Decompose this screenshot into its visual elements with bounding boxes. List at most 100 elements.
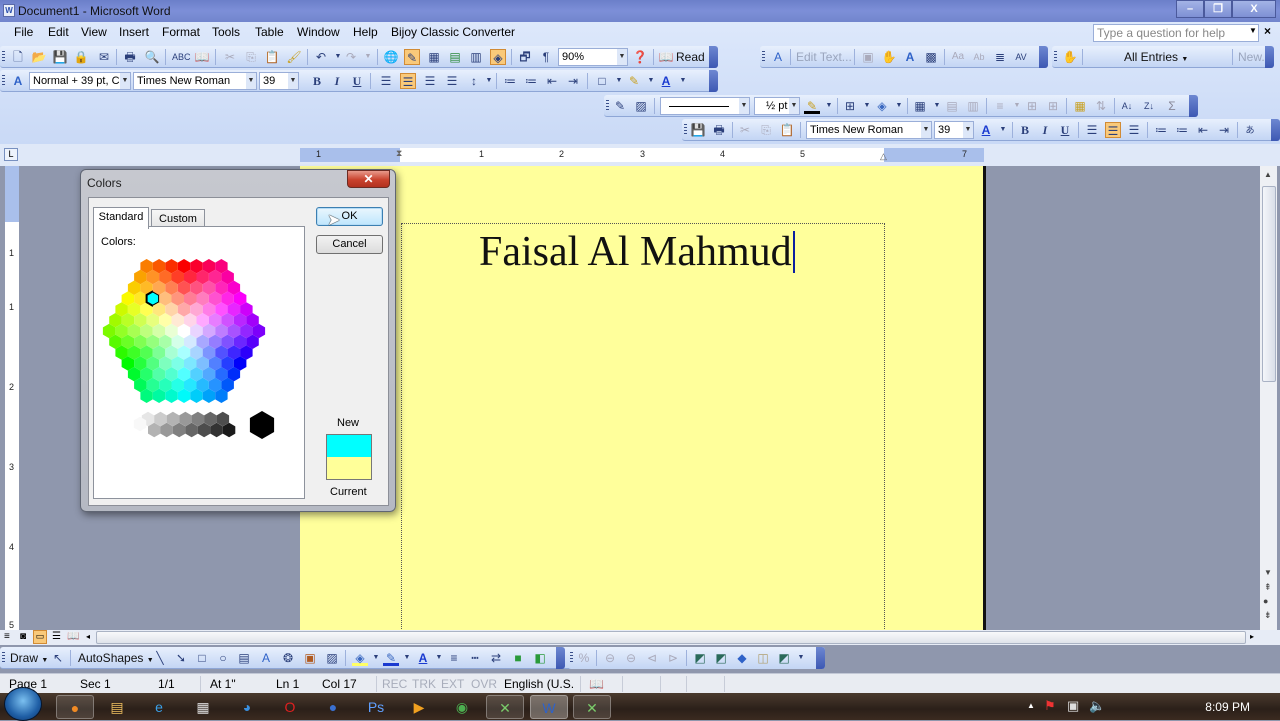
line-style-dropdown-icon[interactable]: ▼ [739,98,749,114]
underline-icon[interactable]: U [1057,122,1073,138]
previous-page-icon[interactable]: ⇞ [1264,582,1272,593]
text-frame[interactable]: Faisal Al Mahmud [401,223,885,630]
redo-icon[interactable]: ↷ [343,49,359,65]
menu-view[interactable]: View [81,25,107,39]
eraser-icon[interactable]: ▨ [633,98,649,114]
line-icon[interactable]: ╲ [152,650,168,666]
align-icon[interactable]: ≡ [992,98,1008,114]
vertical-text-icon[interactable]: Ab [971,49,987,65]
menu-tools[interactable]: Tools [212,25,240,39]
toolbar-options-icon[interactable] [1039,46,1048,68]
status-ovr[interactable]: OVR [471,677,497,691]
shading-icon[interactable]: ◈ [874,98,890,114]
zoom-combo[interactable]: 90% ▼ [558,48,628,66]
status-trk[interactable]: TRK [412,677,436,691]
decrease-indent-icon[interactable]: ⇤ [1195,122,1211,138]
toolbar-options-icon[interactable] [556,647,565,669]
tilt-down-icon[interactable]: ⊖ [602,650,618,666]
document-map-icon[interactable]: 🗗 [517,49,533,65]
tilt-right-icon[interactable]: ⊳ [665,650,681,666]
close-button[interactable]: X [1232,0,1276,18]
first-line-indent-marker[interactable]: ⧗ [396,148,402,159]
shadow-icon[interactable]: ■ [510,650,526,666]
autosum-icon[interactable]: Σ [1164,98,1180,114]
align-center-icon[interactable]: ☰ [400,73,416,89]
app-swirl-icon[interactable]: ◕ [228,695,266,719]
menu-format[interactable]: Format [162,25,200,39]
direction-icon[interactable]: ◩ [713,650,729,666]
email-icon[interactable]: ✉ [96,49,112,65]
media-player-icon[interactable]: ▶ [400,695,438,719]
show-hidden-icons[interactable]: ▲ [1027,701,1035,710]
align-right-icon[interactable]: ☰ [1126,122,1142,138]
paste-icon[interactable]: 📋 [264,49,280,65]
line-spacing-icon[interactable]: ↕ [466,73,482,89]
reading-layout-icon[interactable]: 📖 [67,631,79,642]
scroll-right-icon[interactable]: ▸ [1250,632,1254,641]
tilt-up-icon[interactable]: ⊖ [623,650,639,666]
italic-icon[interactable]: I [1037,122,1053,138]
highlight-icon[interactable]: ✎ [626,73,642,89]
style-combo[interactable]: Normal + 39 pt, C ▼ [29,72,131,90]
tilt-left-icon[interactable]: ⊲ [644,650,660,666]
spelling-icon[interactable]: ABC [172,49,191,65]
numbering-icon[interactable]: ≔ [502,73,518,89]
select-objects-icon[interactable]: ↖ [50,650,66,666]
font-color-dropdown-icon[interactable]: ▼ [431,650,447,666]
align-right-icon[interactable]: ☰ [422,73,438,89]
line-color-icon[interactable]: ✎ [383,650,399,666]
insert-excel-icon[interactable]: ▤ [447,49,463,65]
menu-insert[interactable]: Insert [119,25,149,39]
photoshop-icon[interactable]: Ps [357,695,395,719]
font-size-combo[interactable]: 39 ▼ [934,121,974,139]
draw-menu-button[interactable]: Draw ▼ [10,651,48,665]
format-painter-icon[interactable]: 🖌 [286,49,302,65]
styles-icon[interactable]: A [10,73,26,89]
align-center-icon[interactable]: ☰ [1105,122,1121,138]
3d-toggle-icon[interactable]: % [576,650,592,666]
lighting-icon[interactable]: ◆ [734,650,750,666]
font-color-icon[interactable]: A [415,650,431,666]
line-style-icon[interactable]: ≡ [446,650,462,666]
horizontal-scroll-thumb[interactable] [96,631,1246,644]
underline-icon[interactable]: U [349,73,365,89]
paste-icon[interactable]: 📋 [779,122,795,138]
distribute-cols-icon[interactable]: ⊞ [1045,98,1061,114]
calendar-icon[interactable]: ▦ [184,695,222,719]
zoom-dropdown-icon[interactable]: ▼ [617,49,627,65]
numbering-icon[interactable]: ≔ [1153,122,1169,138]
color-hexagon-picker[interactable] [98,249,298,449]
document-page[interactable]: Faisal Al Mahmud [300,166,986,630]
select-browse-object-icon[interactable]: ● [1263,596,1268,606]
normal-view-icon[interactable]: ≡ [4,631,10,642]
3d-icon[interactable]: ◧ [532,650,548,666]
clipart-icon[interactable]: ▣ [302,650,318,666]
next-page-icon[interactable]: ⇟ [1264,610,1272,621]
drawing-icon[interactable]: ◈ [490,49,506,65]
opera-icon[interactable]: O [271,695,309,719]
scroll-left-icon[interactable]: ◂ [86,632,90,641]
surface-icon[interactable]: ◫ [755,650,771,666]
increase-indent-icon[interactable]: ⇥ [1216,122,1232,138]
menu-edit[interactable]: Edit [48,25,69,39]
fill-color-icon[interactable]: ◈ [352,650,368,666]
word-doc-icon[interactable]: W [3,4,15,17]
wordart-shape-icon[interactable]: A [902,49,918,65]
help-dropdown-icon[interactable]: ▼ [1249,26,1257,35]
show-hide-icon[interactable]: ¶ [538,49,554,65]
read-button[interactable]: Read [676,50,705,64]
font-combo[interactable]: Times New Roman ▼ [806,121,932,139]
insert-table-dropdown-icon[interactable]: ▼ [929,98,945,114]
font-size-dropdown-icon[interactable]: ▼ [288,73,298,89]
toolbar-options-icon[interactable] [709,70,718,92]
columns-icon[interactable]: ▥ [468,49,484,65]
bullets-icon[interactable]: ≔ [1174,122,1190,138]
merge-cells-icon[interactable]: ▤ [944,98,960,114]
undo-icon[interactable]: ↶ [313,49,329,65]
status-language[interactable]: English (U.S. [504,677,574,691]
font-color-icon[interactable]: A [658,73,674,89]
toolbar-options-icon[interactable] [709,46,718,68]
menu-window[interactable]: Window [297,25,340,39]
horizontal-ruler[interactable]: 1 1 2 3 4 5 7 ⧗ △ [300,148,984,162]
border-color-icon[interactable]: ✎ [804,98,820,114]
